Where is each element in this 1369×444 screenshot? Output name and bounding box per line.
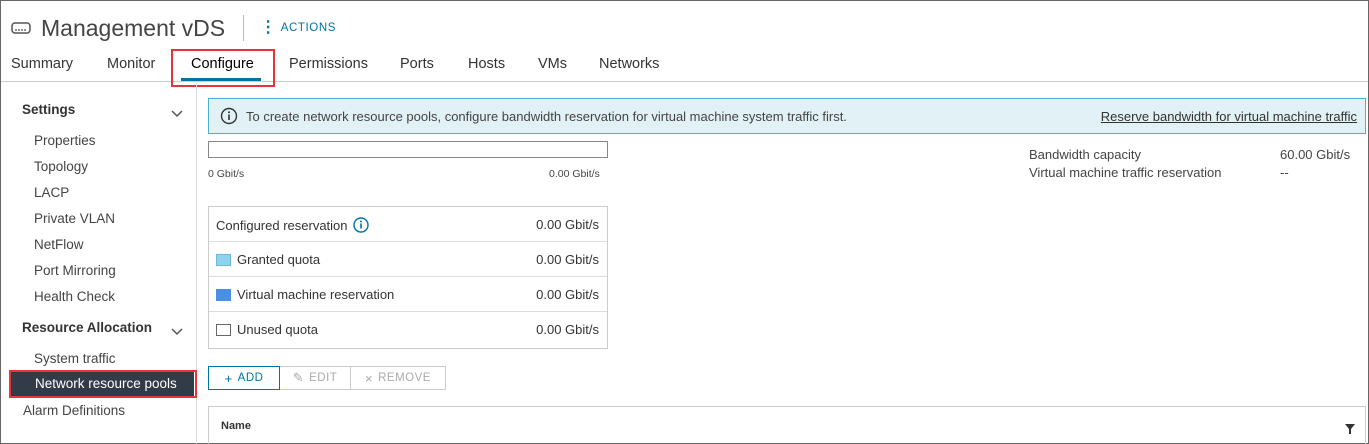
sidebar-item-system-traffic[interactable]: System traffic xyxy=(34,351,116,366)
configured-reservation-label: Configured reservation xyxy=(216,217,348,233)
reservation-row-vm: Virtual machine reservation 0.00 Gbit/s xyxy=(209,277,607,312)
add-button[interactable]: + ADD xyxy=(208,366,280,390)
close-icon: × xyxy=(365,370,374,386)
vm-traffic-reservation-value: -- xyxy=(1280,165,1289,180)
granted-quota-swatch xyxy=(216,253,231,266)
sidebar-item-health-check[interactable]: Health Check xyxy=(34,289,115,304)
filter-icon[interactable] xyxy=(1345,421,1355,434)
info-icon xyxy=(220,107,238,125)
vm-reservation-label: Virtual machine reservation xyxy=(237,287,395,302)
sidebar-item-lacp[interactable]: LACP xyxy=(34,185,69,200)
title-divider xyxy=(243,15,245,41)
bandwidth-capacity-value: 60.00 Gbit/s xyxy=(1280,147,1351,162)
add-button-label: ADD xyxy=(237,372,264,384)
sidebar-item-port-mirroring[interactable]: Port Mirroring xyxy=(34,263,116,278)
page-title: Management vDS xyxy=(41,14,226,41)
actions-label: ACTIONS xyxy=(280,22,337,34)
highlight-box-configure xyxy=(171,49,275,87)
vm-reservation-value: 0.00 Gbit/s xyxy=(536,287,599,302)
granted-quota-value: 0.00 Gbit/s xyxy=(536,252,599,267)
vm-traffic-reservation-label: Virtual machine traffic reservation xyxy=(1029,165,1222,180)
tab-permissions[interactable]: Permissions xyxy=(289,56,368,72)
actions-menu-button[interactable]: ⋮ ACTIONS xyxy=(260,20,336,36)
header: Management vDS ⋮ ACTIONS xyxy=(11,13,336,43)
unused-quota-value: 0.00 Gbit/s xyxy=(536,322,599,337)
bandwidth-bar xyxy=(208,141,608,158)
pencil-icon: ✎ xyxy=(292,370,305,385)
sidebar-section-resource-allocation[interactable]: Resource Allocation xyxy=(22,320,152,335)
edit-button[interactable]: ✎ EDIT xyxy=(280,366,351,390)
highlight-box-network-resource-pools xyxy=(9,370,197,398)
resource-pools-grid: Name xyxy=(208,406,1366,444)
info-banner: To create network resource pools, config… xyxy=(208,98,1366,134)
configured-reservation-value: 0.00 Gbit/s xyxy=(536,217,599,232)
tab-vms[interactable]: VMs xyxy=(538,56,567,72)
tab-networks[interactable]: Networks xyxy=(599,56,659,72)
tab-hosts[interactable]: Hosts xyxy=(468,56,505,72)
remove-button[interactable]: × REMOVE xyxy=(351,366,446,390)
sidebar-section-settings[interactable]: Settings xyxy=(22,102,75,117)
banner-message: To create network resource pools, config… xyxy=(246,108,847,124)
sidebar-item-private-vlan[interactable]: Private VLAN xyxy=(34,211,115,226)
plus-icon: + xyxy=(224,370,233,386)
reserve-bandwidth-link[interactable]: Reserve bandwidth for virtual machine tr… xyxy=(1101,109,1357,124)
vds-switch-icon xyxy=(11,17,33,39)
tab-monitor[interactable]: Monitor xyxy=(107,56,155,72)
reservation-row-granted: Granted quota 0.00 Gbit/s xyxy=(209,242,607,277)
unused-quota-swatch xyxy=(216,323,231,336)
tab-summary[interactable]: Summary xyxy=(11,56,73,72)
chevron-down-icon[interactable] xyxy=(171,323,185,336)
info-tooltip-icon[interactable] xyxy=(352,217,369,233)
granted-quota-label: Granted quota xyxy=(237,252,321,267)
sidebar-item-netflow[interactable]: NetFlow xyxy=(34,237,84,252)
vm-reservation-swatch xyxy=(216,288,231,301)
bandwidth-min-label: 0 Gbit/s xyxy=(208,168,245,180)
sidebar: Settings Properties Topology LACP Privat… xyxy=(1,83,197,444)
remove-button-label: REMOVE xyxy=(378,372,431,384)
bandwidth-max-label: 0.00 Gbit/s xyxy=(549,168,600,180)
action-button-group: + ADD ✎ EDIT × REMOVE xyxy=(208,366,446,390)
more-vertical-icon: ⋮ xyxy=(260,19,277,36)
sidebar-item-alarm-definitions[interactable]: Alarm Definitions xyxy=(23,403,125,418)
reservation-row-unused: Unused quota 0.00 Gbit/s xyxy=(209,312,607,347)
sidebar-item-topology[interactable]: Topology xyxy=(34,159,88,174)
edit-button-label: EDIT xyxy=(309,372,338,384)
unused-quota-label: Unused quota xyxy=(237,322,318,337)
reservation-row-configured: Configured reservation 0.00 Gbit/s xyxy=(209,207,607,242)
reservation-table: Configured reservation 0.00 Gbit/s Grant… xyxy=(208,206,608,349)
bandwidth-capacity-label: Bandwidth capacity xyxy=(1029,147,1142,162)
sidebar-item-properties[interactable]: Properties xyxy=(34,133,96,148)
column-header-name[interactable]: Name xyxy=(221,420,251,432)
chevron-down-icon[interactable] xyxy=(171,105,185,118)
tab-ports[interactable]: Ports xyxy=(400,56,434,72)
